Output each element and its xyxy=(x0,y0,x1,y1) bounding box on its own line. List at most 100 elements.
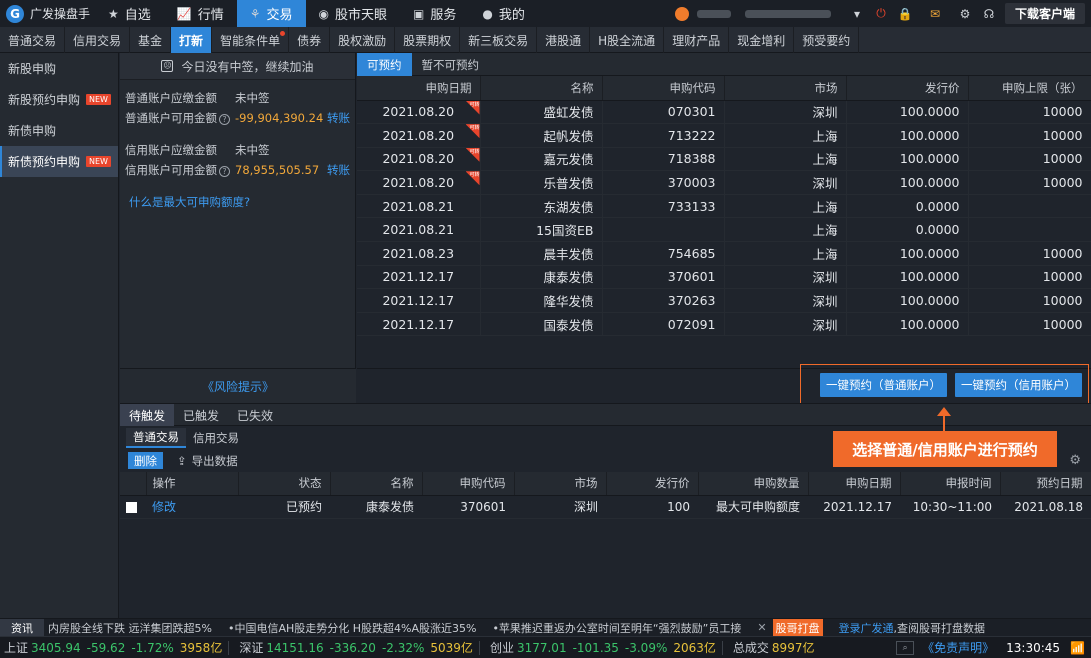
sidebar-item-ipo-subscribe[interactable]: 新股申购 xyxy=(0,53,118,84)
subnav-credit-trade[interactable]: 信用交易 xyxy=(65,27,131,53)
subnav-ipo[interactable]: 打新 xyxy=(171,27,213,53)
col-header[interactable]: 申报时间 xyxy=(900,472,1001,496)
subnav-stock-option[interactable]: 股票期权 xyxy=(395,27,461,53)
col-header[interactable]: 申购代码 xyxy=(602,76,725,101)
tab-credit-trade[interactable]: 信用交易 xyxy=(186,428,246,448)
tab-reservable[interactable]: 可预约 xyxy=(357,53,412,76)
reservation-panel: 可预约 暂不可预约 申购日期 名称 申购代码 市场 发行价 申购上限（张） 20… xyxy=(357,53,1091,403)
account-blurred xyxy=(744,9,831,18)
cell-name: 起帆发债 xyxy=(480,123,603,148)
table-row[interactable]: 2021.08.23 晨丰发债 754685 上海 100.0000 10000 xyxy=(357,241,1091,266)
nav-service[interactable]: ▣ 服务 xyxy=(400,0,469,27)
avatar[interactable] xyxy=(674,6,689,21)
tab-triggered[interactable]: 已触发 xyxy=(174,404,228,426)
col-header[interactable]: 发行价 xyxy=(846,76,969,101)
delete-button[interactable]: 删除 xyxy=(128,452,163,469)
table-row[interactable]: 2021.12.17 隆华发债 370263 深圳 100.0000 10000 xyxy=(357,288,1091,313)
subnav-bond[interactable]: 债券 xyxy=(289,27,331,53)
subnav-hk-connect[interactable]: 港股通 xyxy=(537,27,591,53)
col-header[interactable]: 预约日期 xyxy=(1000,472,1091,496)
subnav-neeq[interactable]: 新三板交易 xyxy=(460,27,538,53)
edit-link[interactable]: 修改 xyxy=(146,495,238,519)
nav-market[interactable]: 📈 行情 xyxy=(164,0,237,27)
subnav-normal-trade[interactable]: 普通交易 xyxy=(0,27,66,53)
tab-not-reservable[interactable]: 暂不可预约 xyxy=(412,53,490,76)
table-row[interactable]: 2021.08.21 东湖发债 733133 上海 0.0000 xyxy=(357,194,1091,219)
reserve-credit-account-button[interactable]: 一键预约（信用账户） xyxy=(955,373,1082,397)
col-header[interactable]: 状态 xyxy=(238,472,331,496)
table-row[interactable]: 2021.08.20 可转 嘉元发债 718388 上海 100.0000 10000 xyxy=(357,147,1091,172)
col-header[interactable]: 申购日期 xyxy=(357,76,481,101)
table-row[interactable]: 2021.12.17 国泰发债 072091 深圳 100.0000 10000 xyxy=(357,312,1091,337)
sidebar-item-ipo-reserve[interactable]: 新股预约申购 NEW xyxy=(0,84,118,115)
subnav-cash-plus[interactable]: 现金增利 xyxy=(729,27,795,53)
chevron-down-icon[interactable]: ▾ xyxy=(845,7,869,21)
table-row[interactable]: 2021.08.20 可转 乐普发债 370003 深圳 100.0000 10000 xyxy=(357,170,1091,195)
col-header[interactable]: 申购数量 xyxy=(698,472,809,496)
col-header[interactable]: 市场 xyxy=(724,76,847,101)
tab-normal-trade[interactable]: 普通交易 xyxy=(126,427,186,448)
table-row[interactable]: 2021.08.20 可转 盛虹发债 070301 深圳 100.0000 10000 xyxy=(357,100,1091,125)
table-row[interactable]: 2021.08.20 可转 起帆发债 713222 上海 100.0000 10000 xyxy=(357,123,1091,148)
cell-market: 上海 xyxy=(724,123,847,148)
table-row[interactable]: 2021.08.21 15国资EB 上海 0.0000 xyxy=(357,217,1091,243)
gear-icon[interactable]: ⚙ xyxy=(953,7,977,21)
subnav-fund[interactable]: 基金 xyxy=(130,27,172,53)
search-icon[interactable]: ⌕ xyxy=(896,640,915,655)
col-header[interactable]: 名称 xyxy=(330,472,423,496)
col-header[interactable]: 市场 xyxy=(514,472,607,496)
subnav-tender-offer[interactable]: 预受要约 xyxy=(794,27,860,53)
col-header[interactable]: 发行价 xyxy=(606,472,699,496)
cell-name: 康泰发债 xyxy=(480,265,603,290)
news-tag[interactable]: 资讯 xyxy=(0,619,44,636)
headset-icon[interactable]: ☊ xyxy=(977,7,1001,21)
reserve-normal-account-button[interactable]: 一键预约（普通账户） xyxy=(820,373,947,397)
index-chinext[interactable]: 创业 3177.01 -101.35 -3.09% 2063亿 xyxy=(490,639,716,656)
row-checkbox[interactable] xyxy=(126,501,137,513)
cell-code: 370601 xyxy=(422,495,514,519)
nav-watchlist[interactable]: ★ 自选 xyxy=(95,0,164,27)
transfer-link-credit[interactable]: 转账 xyxy=(327,162,350,178)
transfer-link-normal[interactable]: 转账 xyxy=(327,110,350,126)
news-item[interactable]: •苹果推迟重返办公室时间至明年“强烈鼓励”员工接 xyxy=(492,620,741,636)
subnav-smart-order[interactable]: 智能条件单 xyxy=(212,27,290,53)
cell-market: 上海 xyxy=(724,241,847,266)
sidebar-item-bond-subscribe[interactable]: 新债申购 xyxy=(0,115,118,146)
col-header[interactable]: 名称 xyxy=(480,76,603,101)
lock-icon[interactable]: 🔒 xyxy=(893,7,917,21)
news-item[interactable]: •中国电信AH股走势分化 H股跌超4%A股涨近35% xyxy=(228,620,476,636)
nav-trade[interactable]: ⚘ 交易 xyxy=(236,0,306,27)
nav-skyeye[interactable]: ◉ 股市天眼 xyxy=(306,0,401,27)
table-row[interactable]: 修改 已预约 康泰发债 370601 深圳 100 最大可申购额度 2021.1… xyxy=(120,495,1091,519)
risk-notice-link[interactable]: 《风险提示》 xyxy=(120,368,356,403)
disclaimer-link[interactable]: 《免责声明》 xyxy=(922,639,994,656)
export-data-button[interactable]: ⇪ 导出数据 xyxy=(177,453,238,469)
mail-icon[interactable]: ✉ xyxy=(923,7,947,21)
table-row[interactable]: 2021.12.17 康泰发债 370601 深圳 100.0000 10000 xyxy=(357,265,1091,290)
cell-code: 713222 xyxy=(602,123,725,148)
index-shenzhen[interactable]: 深证 14151.16 -336.20 -2.32% 5039亿 xyxy=(239,639,473,656)
power-icon[interactable]: ⏻ xyxy=(869,6,893,21)
nav-mine[interactable]: ● 我的 xyxy=(469,0,538,27)
col-header[interactable]: 申购日期 xyxy=(808,472,901,496)
subnav-h-share[interactable]: H股全流通 xyxy=(590,27,665,53)
download-client-button[interactable]: 下载客户端 xyxy=(1004,3,1085,24)
subnav-equity-incentive[interactable]: 股权激励 xyxy=(330,27,396,53)
max-quota-help-link[interactable]: 什么是最大可申购额度? xyxy=(120,180,355,210)
close-icon[interactable]: ✕ xyxy=(757,621,766,634)
settings-gear-icon[interactable]: ⚙ xyxy=(1069,453,1081,468)
sidebar-item-bond-reserve[interactable]: 新债预约申购 NEW xyxy=(0,146,118,177)
tab-pending[interactable]: 待触发 xyxy=(120,404,175,426)
col-header[interactable]: 申购上限（张） xyxy=(968,76,1091,101)
login-link[interactable]: 登录广发通 xyxy=(839,620,894,636)
col-header[interactable]: 操作 xyxy=(146,472,239,496)
news-item[interactable]: 内房股全线下跌 远洋集团跌超5% xyxy=(48,620,212,636)
help-icon[interactable]: ? xyxy=(219,114,230,125)
subnav-wealth[interactable]: 理财产品 xyxy=(664,27,730,53)
help-icon[interactable]: ? xyxy=(219,166,230,177)
normal-account-info: 普通账户应缴金额 未中签 普通账户可用金额? -99,904,390.24 转账 xyxy=(125,91,350,126)
guge-tag[interactable]: 股哥打盘 xyxy=(772,619,823,636)
index-shanghai[interactable]: 上证 3405.94 -59.62 -1.72% 3958亿 xyxy=(4,639,222,656)
col-header[interactable]: 申购代码 xyxy=(422,472,515,496)
tab-expired[interactable]: 已失效 xyxy=(228,404,282,426)
